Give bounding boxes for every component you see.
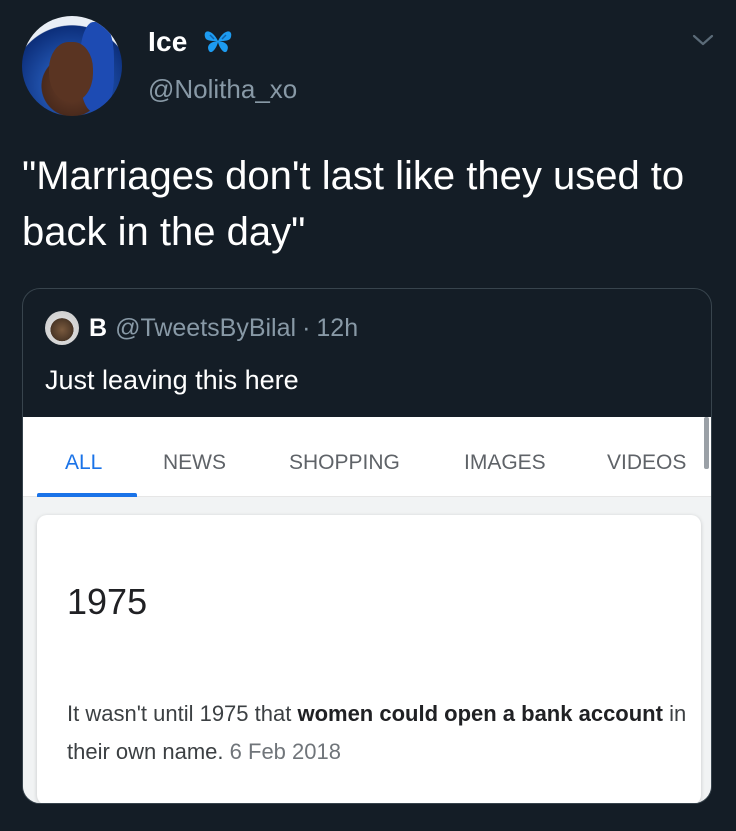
tab-all[interactable]: ALL	[65, 451, 102, 475]
tab-videos[interactable]: VIDEOS	[607, 451, 686, 475]
snippet-part: It wasn't until 1975 that	[67, 701, 298, 726]
quoted-tweet-text: Just leaving this here	[45, 365, 299, 395]
meta-separator: ·	[302, 313, 311, 342]
avatar-face	[49, 42, 93, 102]
butterfly-icon	[204, 31, 232, 53]
profile-avatar[interactable]	[22, 16, 122, 116]
quoted-avatar[interactable]	[45, 311, 79, 345]
quoted-handle[interactable]: @TweetsByBilal	[115, 314, 296, 343]
display-name[interactable]: Ice	[148, 26, 188, 58]
scrollbar[interactable]	[704, 417, 709, 469]
tab-images[interactable]: IMAGES	[464, 451, 546, 475]
search-tabs: ALL NEWS SHOPPING IMAGES VIDEOS	[23, 417, 711, 497]
user-handle[interactable]: @Nolitha_xo	[148, 74, 297, 105]
tab-shopping[interactable]: SHOPPING	[289, 451, 400, 475]
snippet-text: It wasn't until 1975 that women could op…	[67, 695, 687, 771]
chevron-down-icon[interactable]	[690, 30, 716, 50]
featured-snippet-card: 1975 It wasn't until 1975 that women cou…	[37, 515, 701, 803]
tweet-text: "Marriages don't last like they used to …	[22, 154, 685, 254]
featured-answer: 1975	[67, 581, 148, 622]
quoted-tweet-header: B @TweetsByBilal · 12h	[45, 311, 358, 345]
quoted-timestamp[interactable]: 12h	[316, 314, 358, 343]
quoted-tweet-card[interactable]: B @TweetsByBilal · 12h Just leaving this…	[22, 288, 712, 804]
snippet-date: 6 Feb 2018	[229, 739, 341, 764]
snippet-bold-part: women could open a bank account	[297, 701, 663, 726]
tab-news[interactable]: NEWS	[163, 451, 226, 475]
quoted-display-name[interactable]: B	[89, 314, 107, 343]
